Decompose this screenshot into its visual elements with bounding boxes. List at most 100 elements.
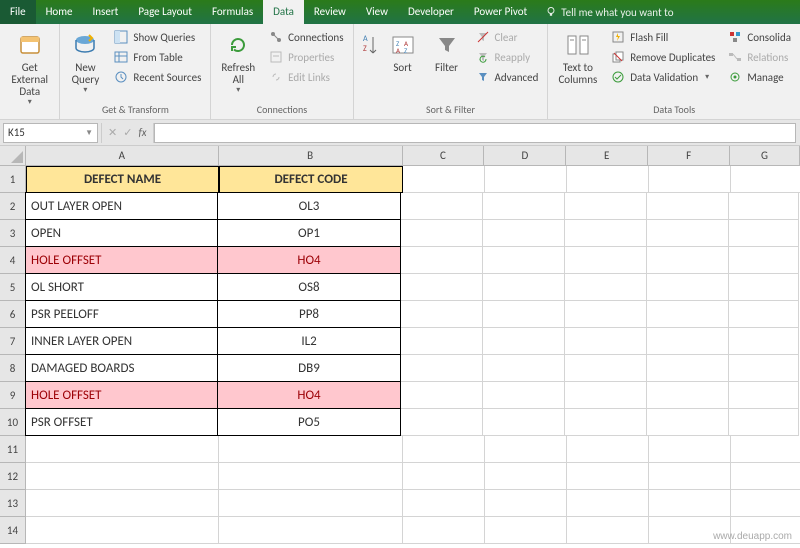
cell[interactable] — [401, 328, 483, 355]
tab-page-layout[interactable]: Page Layout — [128, 0, 202, 24]
cell[interactable] — [729, 301, 799, 328]
cell[interactable] — [401, 220, 483, 247]
cell[interactable] — [647, 328, 729, 355]
select-all-button[interactable] — [0, 146, 26, 165]
cell[interactable] — [26, 463, 219, 490]
row-header[interactable]: 6 — [0, 301, 26, 328]
tab-insert[interactable]: Insert — [83, 0, 129, 24]
cell[interactable]: OL SHORT — [25, 273, 218, 301]
connections-button[interactable]: Connections — [265, 28, 346, 46]
cell[interactable] — [647, 382, 729, 409]
cell[interactable] — [729, 328, 799, 355]
col-header[interactable]: B — [219, 146, 403, 165]
row-header[interactable]: 7 — [0, 328, 26, 355]
cell[interactable] — [729, 274, 799, 301]
cell[interactable] — [483, 274, 565, 301]
cell[interactable] — [729, 355, 799, 382]
cell[interactable]: IL2 — [217, 327, 401, 355]
cell[interactable]: DB9 — [217, 354, 401, 382]
cell[interactable] — [567, 436, 649, 463]
cell[interactable]: PO5 — [217, 408, 401, 436]
cell[interactable] — [401, 382, 483, 409]
tab-home[interactable]: Home — [36, 0, 83, 24]
cells[interactable]: DEFECT NAMEDEFECT CODEOUT LAYER OPENOL3O… — [26, 166, 800, 544]
row-header[interactable]: 10 — [0, 409, 26, 436]
enter-icon[interactable]: ✓ — [123, 126, 132, 139]
tab-formulas[interactable]: Formulas — [202, 0, 263, 24]
col-header[interactable]: A — [26, 146, 219, 165]
cell[interactable]: DEFECT NAME — [26, 166, 219, 193]
fx-icon[interactable]: fx — [138, 126, 146, 139]
sort-az-button[interactable]: AZ — [358, 26, 380, 62]
cell[interactable]: DEFECT CODE — [219, 166, 403, 193]
from-table-button[interactable]: From Table — [110, 48, 204, 66]
cell[interactable] — [26, 490, 219, 517]
cell[interactable] — [219, 436, 403, 463]
cell[interactable] — [567, 166, 649, 193]
clear-button[interactable]: Clear — [472, 28, 542, 46]
cell[interactable] — [483, 220, 565, 247]
relationships-button[interactable]: Relations — [724, 48, 794, 66]
cell[interactable]: OL3 — [217, 192, 401, 220]
cell[interactable] — [649, 436, 731, 463]
flash-fill-button[interactable]: Flash Fill — [607, 28, 718, 46]
cell[interactable] — [647, 220, 729, 247]
cell[interactable] — [649, 490, 731, 517]
cell[interactable] — [401, 247, 483, 274]
tell-me-search[interactable]: Tell me what you want to — [537, 0, 681, 24]
cell[interactable] — [485, 517, 567, 544]
cell[interactable] — [485, 166, 567, 193]
text-to-columns-button[interactable]: Text to Columns — [552, 26, 603, 88]
edit-links-button[interactable]: Edit Links — [265, 68, 346, 86]
manage-button[interactable]: Manage — [724, 68, 794, 86]
advanced-button[interactable]: Advanced — [472, 68, 542, 86]
cell[interactable]: HOLE OFFSET — [25, 381, 218, 409]
get-external-data-button[interactable]: Get External Data ▾ — [4, 26, 55, 109]
tab-review[interactable]: Review — [304, 0, 356, 24]
cell[interactable] — [401, 274, 483, 301]
tab-developer[interactable]: Developer — [398, 0, 464, 24]
row-header[interactable]: 11 — [0, 436, 26, 463]
cell[interactable] — [401, 301, 483, 328]
cell[interactable] — [403, 517, 485, 544]
cell[interactable] — [567, 490, 649, 517]
cell[interactable] — [565, 328, 647, 355]
cell[interactable]: PSR OFFSET — [25, 408, 218, 436]
cell[interactable] — [565, 382, 647, 409]
cell[interactable] — [483, 355, 565, 382]
cell[interactable] — [403, 436, 485, 463]
properties-button[interactable]: Properties — [265, 48, 346, 66]
cell[interactable] — [401, 193, 483, 220]
cell[interactable] — [565, 193, 647, 220]
row-header[interactable]: 13 — [0, 490, 26, 517]
sort-button[interactable]: ZAAZ Sort — [382, 26, 424, 76]
remove-duplicates-button[interactable]: Remove Duplicates — [607, 48, 718, 66]
consolidate-button[interactable]: Consolida — [724, 28, 794, 46]
cell[interactable] — [401, 409, 483, 436]
cell[interactable] — [483, 301, 565, 328]
col-header[interactable]: C — [403, 146, 485, 165]
row-header[interactable]: 4 — [0, 247, 26, 274]
cell[interactable]: OPEN — [25, 219, 218, 247]
cell[interactable] — [731, 463, 800, 490]
cell[interactable] — [26, 517, 219, 544]
cell[interactable]: OS8 — [217, 273, 401, 301]
cell[interactable]: HO4 — [217, 381, 401, 409]
cell[interactable] — [483, 409, 565, 436]
cell[interactable] — [729, 193, 799, 220]
cell[interactable] — [26, 436, 219, 463]
cell[interactable] — [649, 463, 731, 490]
cell[interactable] — [565, 220, 647, 247]
cell[interactable] — [219, 463, 403, 490]
cell[interactable] — [647, 274, 729, 301]
cell[interactable]: OP1 — [217, 219, 401, 247]
row-header[interactable]: 5 — [0, 274, 26, 301]
cell[interactable] — [485, 490, 567, 517]
cell[interactable] — [565, 355, 647, 382]
cell[interactable] — [403, 463, 485, 490]
tab-file[interactable]: File — [0, 0, 36, 24]
cell[interactable] — [565, 274, 647, 301]
reapply-button[interactable]: Reapply — [472, 48, 542, 66]
cell[interactable] — [565, 409, 647, 436]
tab-power-pivot[interactable]: Power Pivot — [464, 0, 537, 24]
